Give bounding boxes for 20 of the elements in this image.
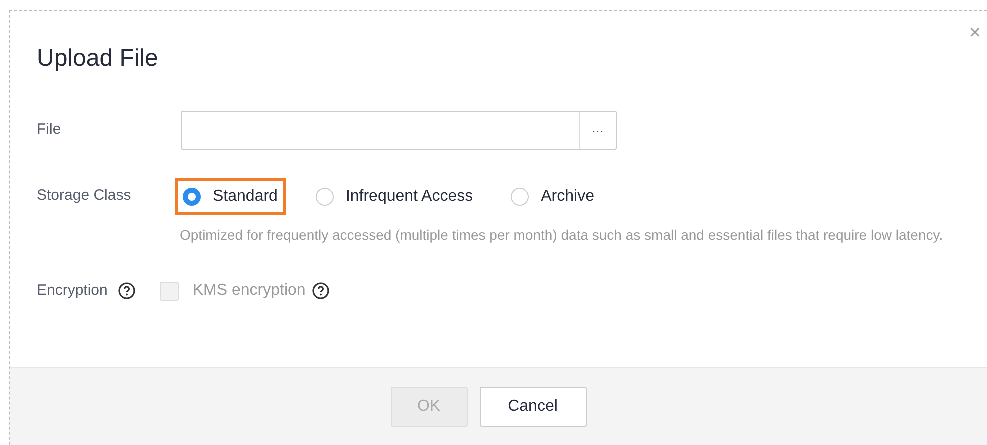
browse-button[interactable]: ··· [579,112,616,149]
dialog-title: Upload File [37,44,160,74]
radio-icon [511,188,530,206]
description-text: Optimized for frequently accessed (multiple times per month) data such as small and essential files that require low latency. [180,226,944,245]
field-label: Storage Class [37,186,132,206]
field-label: Encryption [37,280,108,301]
radio-icon [316,188,334,206]
help-icon[interactable] [312,282,330,300]
field-label: File [37,120,62,140]
radio-icon [183,188,201,206]
option-label: Standard [213,186,278,206]
help-icon[interactable] [118,282,136,300]
option-label: Infrequent Access [346,186,474,206]
radio-option[interactable]: Archive [503,178,602,215]
radio-option[interactable]: Standard [175,178,286,215]
option-label: Archive [541,186,594,206]
file-field[interactable]: ··· [181,111,617,150]
checkbox-label: KMS encryption [192,281,306,301]
radio-option[interactable]: Infrequent Access [308,178,482,215]
dialog-button[interactable]: Cancel [480,387,586,427]
